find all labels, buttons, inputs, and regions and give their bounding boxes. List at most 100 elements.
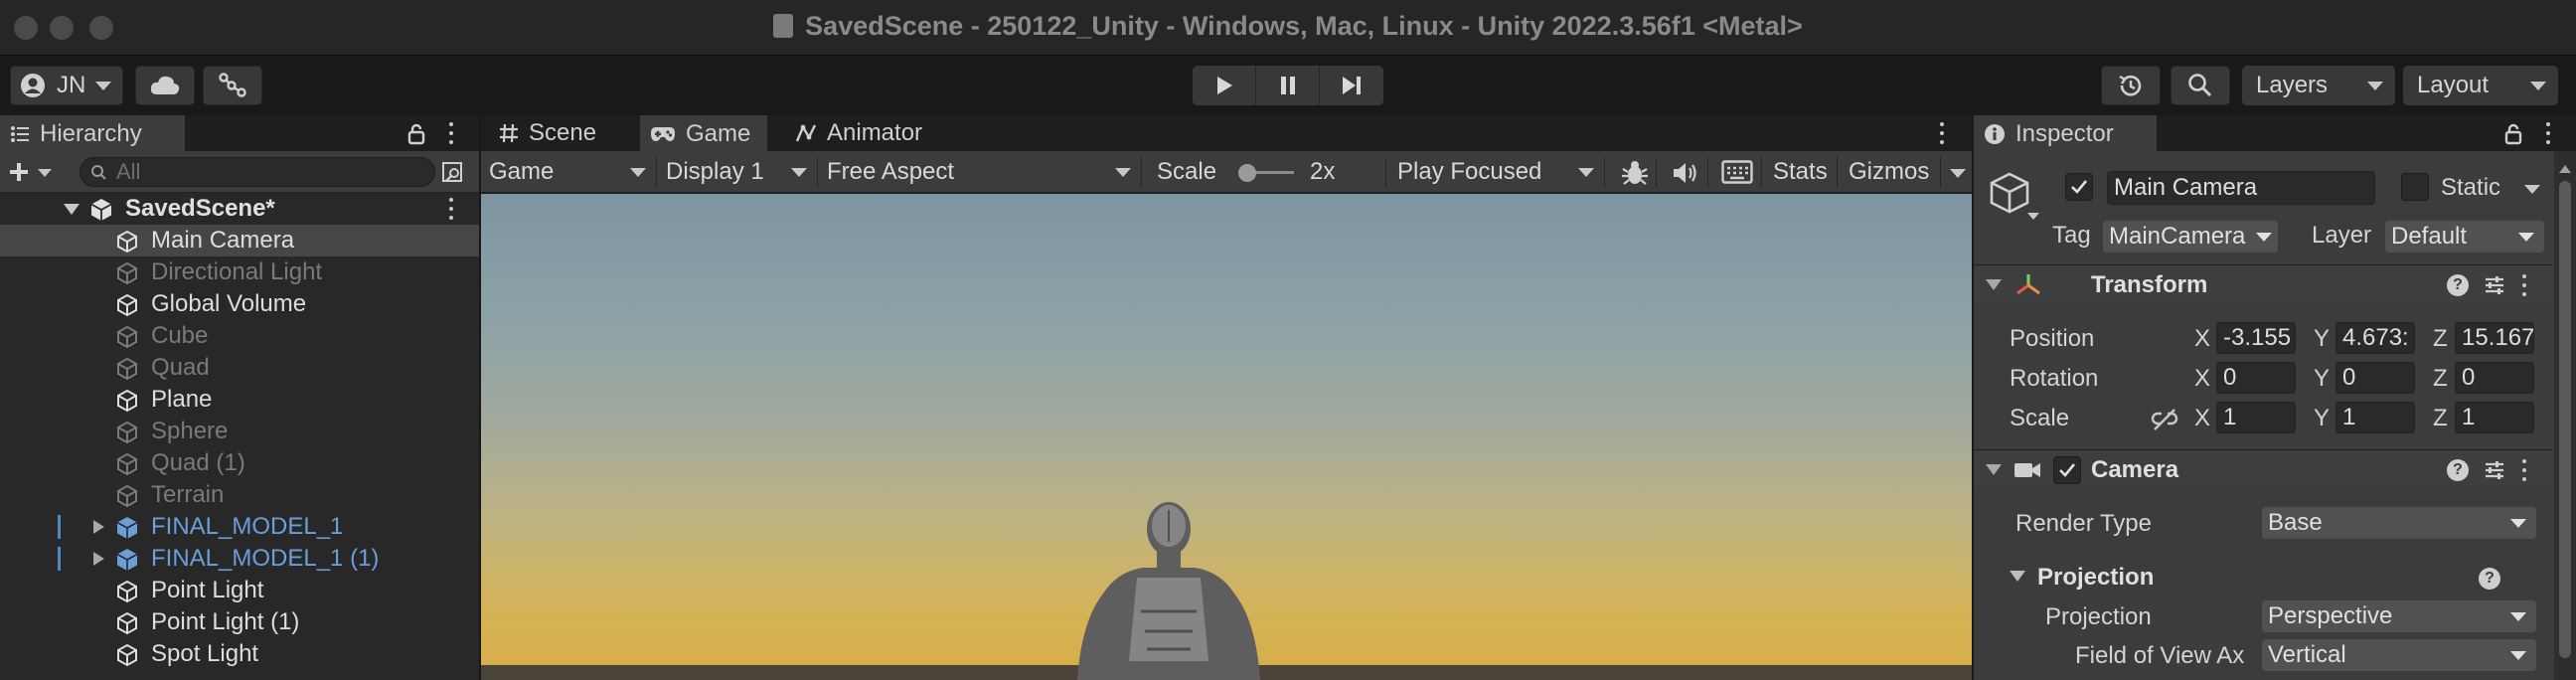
title-bar: SavedScene - 250122_Unity - Windows, Mac… [0, 0, 2576, 56]
hierarchy-menu-icon[interactable] [448, 122, 454, 144]
game-menu-icon[interactable] [1939, 122, 1945, 144]
tab-inspector[interactable]: Inspector [1974, 115, 2157, 151]
search-button[interactable] [2171, 66, 2230, 105]
step-button[interactable] [1320, 66, 1383, 105]
camera-header[interactable]: Camera ? [1974, 449, 2552, 489]
layout-dropdown[interactable]: Layout [2403, 66, 2558, 105]
rotation-z-field[interactable]: 0 [2455, 362, 2534, 394]
tab-animator[interactable]: Animator [785, 115, 944, 151]
scroll-up-arrow-icon[interactable] [2559, 165, 2571, 173]
hierarchy-item[interactable]: Cube [0, 320, 479, 352]
rotation-x-field[interactable]: 0 [2216, 362, 2296, 394]
hierarchy-item-label: Plane [151, 386, 213, 413]
hierarchy-item[interactable]: FINAL_MODEL_1 [0, 511, 479, 543]
scale-value: 2x [1310, 158, 1336, 185]
hierarchy-item[interactable]: Spot Light [0, 638, 479, 670]
play-mode-dropdown[interactable]: Play Focused [1389, 155, 1604, 189]
tab-game[interactable]: Game [640, 115, 767, 151]
static-checkbox[interactable] [2401, 173, 2429, 201]
scale-x-field[interactable]: 1 [2216, 402, 2296, 433]
lock-icon[interactable] [2504, 123, 2522, 145]
active-checkbox[interactable] [2065, 173, 2093, 201]
game-view-dropdown[interactable]: Game [481, 155, 656, 189]
add-icon[interactable] [8, 161, 30, 183]
hierarchy-item[interactable]: Point Light (1) [0, 606, 479, 638]
hierarchy-item[interactable]: Quad (1) [0, 447, 479, 479]
foldout-chevron-icon[interactable] [1986, 464, 2002, 475]
transform-menu-icon[interactable] [2521, 274, 2527, 296]
layer-dropdown[interactable]: Default [2385, 221, 2544, 253]
tag-dropdown[interactable]: MainCamera [2103, 221, 2278, 253]
scene-visibility-icon[interactable] [441, 161, 465, 183]
object-name-field[interactable]: Main Camera [2107, 171, 2375, 205]
help-icon[interactable]: ? [2447, 274, 2469, 296]
collab-button[interactable] [203, 66, 262, 105]
scene-menu-icon[interactable] [448, 198, 454, 220]
audio-speaker-icon[interactable] [1672, 160, 1699, 186]
position-x-field[interactable]: -3.155 [2216, 322, 2296, 354]
prefab-override-bar [58, 547, 61, 571]
scale-slider-handle[interactable] [1238, 164, 1256, 182]
chevron-down-icon[interactable] [64, 204, 80, 215]
hierarchy-item[interactable]: Quad [0, 352, 479, 384]
render-type-dropdown[interactable]: Base [2262, 507, 2536, 539]
presets-sliders-icon[interactable] [2483, 273, 2506, 297]
hierarchy-item[interactable]: Point Light [0, 575, 479, 606]
chevron-down-icon[interactable] [38, 169, 52, 177]
play-button[interactable] [1193, 66, 1256, 105]
projection-foldout-chevron-icon[interactable] [2010, 571, 2025, 582]
separator [1940, 157, 1941, 187]
foldout-chevron-icon[interactable] [1986, 279, 2002, 290]
hierarchy-search-input[interactable]: All [80, 157, 435, 187]
scale-label: Scale [1157, 158, 1217, 185]
fov-axis-dropdown[interactable]: Vertical [2262, 639, 2536, 671]
bug-icon[interactable] [1620, 159, 1650, 187]
layers-dropdown[interactable]: Layers [2242, 66, 2395, 105]
hierarchy-item-label: Point Light [151, 577, 264, 603]
rotation-y-field[interactable]: 0 [2335, 362, 2415, 394]
unlinked-chain-icon[interactable] [2151, 408, 2178, 431]
pause-button[interactable] [1256, 66, 1320, 105]
hierarchy-scene-row[interactable]: SavedScene* [0, 193, 479, 225]
help-icon[interactable]: ? [2479, 568, 2500, 590]
tab-scene[interactable]: Scene [489, 115, 624, 151]
inspector-menu-icon[interactable] [2545, 122, 2551, 144]
keyboard-icon[interactable] [1721, 160, 1753, 184]
chevron-down-icon [2530, 82, 2546, 90]
help-icon[interactable]: ? [2447, 459, 2469, 481]
hierarchy-item[interactable]: Main Camera [0, 225, 479, 256]
projection-dropdown[interactable]: Perspective [2262, 600, 2536, 632]
tab-hierarchy[interactable]: Hierarchy [0, 115, 185, 151]
window-title-text: SavedScene - 250122_Unity - Windows, Mac… [805, 11, 1803, 41]
scale-z-field[interactable]: 1 [2455, 402, 2534, 433]
scale-y-field[interactable]: 1 [2335, 402, 2415, 433]
hierarchy-item[interactable]: Sphere [0, 416, 479, 447]
camera-menu-icon[interactable] [2521, 459, 2527, 481]
history-button[interactable] [2101, 66, 2161, 105]
chevron-right-icon[interactable] [93, 552, 104, 566]
display-dropdown[interactable]: Display 1 [658, 155, 817, 189]
lock-icon[interactable] [407, 123, 425, 145]
gizmos-button[interactable]: Gizmos [1841, 155, 1938, 189]
hierarchy-item[interactable]: Terrain [0, 479, 479, 511]
transform-header[interactable]: Transform ? [1974, 264, 2552, 304]
scrollbar-thumb[interactable] [2559, 181, 2571, 658]
aspect-dropdown[interactable]: Free Aspect [819, 155, 1141, 189]
gizmos-chevron-down-icon[interactable] [1950, 169, 1966, 178]
account-button[interactable]: JN [10, 66, 123, 105]
camera-enabled-checkbox[interactable] [2053, 456, 2081, 484]
static-chevron-down-icon[interactable] [2524, 185, 2540, 194]
chevron-right-icon[interactable] [93, 520, 104, 534]
game-viewport[interactable] [481, 194, 1972, 680]
position-z-field[interactable]: 15.167 [2455, 322, 2534, 354]
hierarchy-item[interactable]: FINAL_MODEL_1 (1) [0, 543, 479, 575]
position-y-field[interactable]: 4.673: [2335, 322, 2415, 354]
hierarchy-item[interactable]: Directional Light [0, 256, 479, 288]
icon-picker-chevron-icon[interactable] [2027, 213, 2039, 220]
cloud-button[interactable] [135, 66, 195, 105]
hierarchy-item[interactable]: Global Volume [0, 288, 479, 320]
inspector-scrollbar[interactable] [2554, 151, 2576, 680]
stats-button[interactable]: Stats [1765, 155, 1833, 189]
presets-sliders-icon[interactable] [2483, 458, 2506, 482]
hierarchy-item[interactable]: Plane [0, 384, 479, 416]
